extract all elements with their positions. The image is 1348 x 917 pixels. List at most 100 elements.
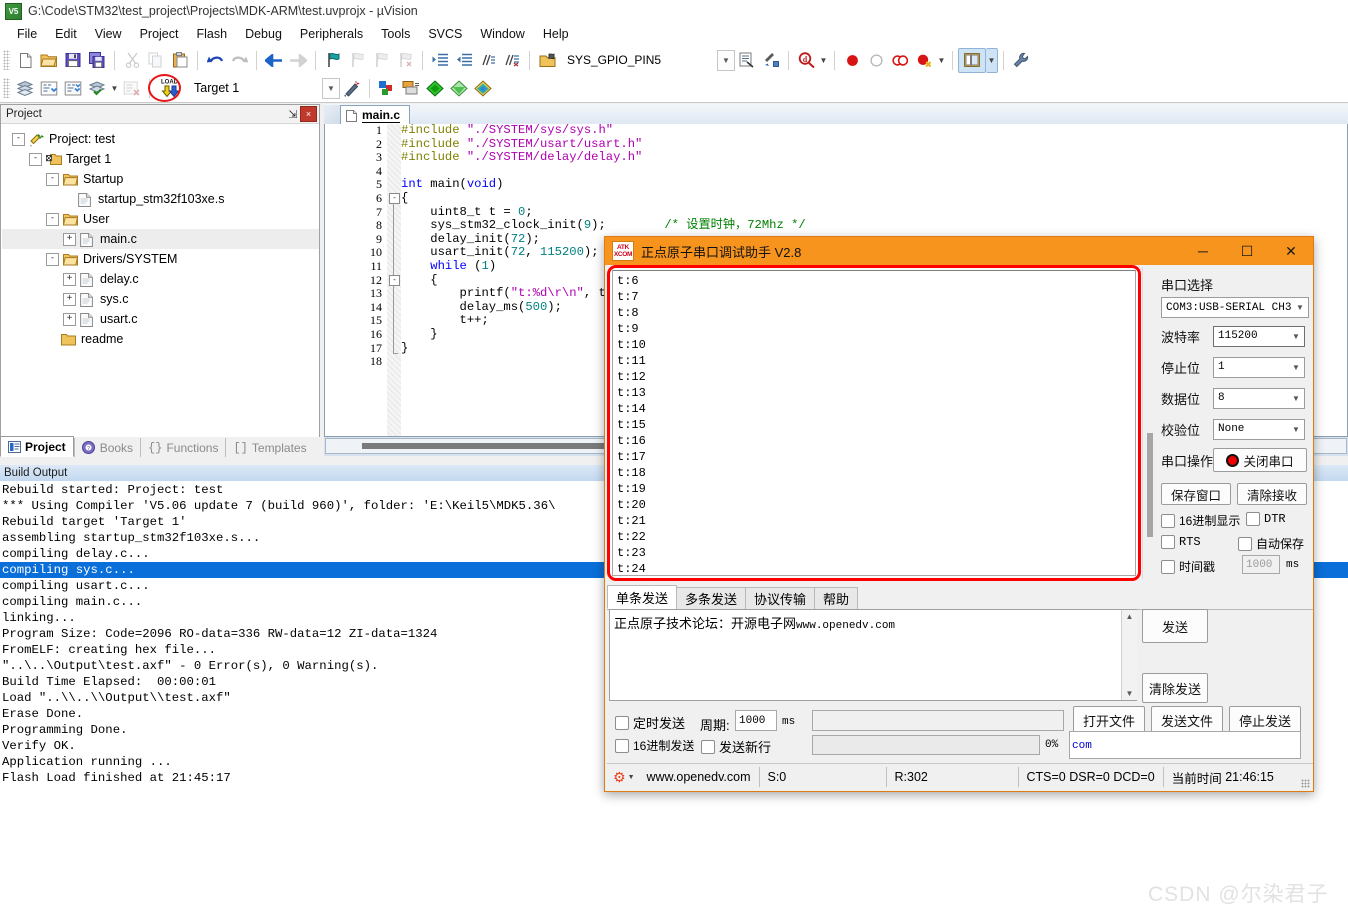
open-file-icon[interactable]: [37, 49, 61, 71]
tree-item[interactable]: + delay.c: [2, 269, 319, 289]
scroll-down-icon[interactable]: ▼: [1126, 687, 1134, 700]
send-area-scrollbar[interactable]: ▲ ▼: [1121, 610, 1137, 700]
send-button[interactable]: 发送: [1142, 609, 1208, 643]
status-site[interactable]: www.openedv.com: [639, 767, 760, 787]
scrollbar-thumb[interactable]: [1147, 433, 1153, 537]
bookmark-folder-icon[interactable]: [535, 49, 559, 71]
save-icon[interactable]: [61, 49, 85, 71]
new-file-icon[interactable]: [13, 49, 37, 71]
menu-item-svcs[interactable]: SVCS: [419, 24, 471, 44]
chevron-down-icon[interactable]: ▼: [1288, 425, 1304, 434]
expand-icon[interactable]: +: [63, 292, 76, 306]
tree-item[interactable]: - Target 1: [2, 149, 319, 169]
indent-icon[interactable]: [428, 49, 452, 71]
checkbox-box[interactable]: [615, 715, 629, 730]
menu-item-debug[interactable]: Debug: [236, 24, 291, 44]
rts-checkbox[interactable]: RTS: [1161, 535, 1201, 549]
menu-item-file[interactable]: File: [8, 24, 46, 44]
copy-icon[interactable]: [144, 49, 168, 71]
close-port-button[interactable]: 关闭串口: [1213, 448, 1307, 472]
gpio-combo-arrow[interactable]: ▼: [717, 49, 735, 71]
collapse-icon[interactable]: -: [46, 252, 59, 266]
stop-build-icon[interactable]: [120, 77, 144, 99]
baud-rate-combo[interactable]: 115200 ▼: [1213, 325, 1305, 347]
target-options-icon[interactable]: [375, 77, 399, 99]
send-tab-2[interactable]: 协议传输: [745, 587, 816, 609]
editor-tab-main-c[interactable]: main.c: [340, 105, 411, 125]
gpio-combo[interactable]: SYS_GPIO_PIN5 ▼: [559, 49, 735, 71]
scroll-up-icon[interactable]: ▲: [1126, 610, 1134, 623]
parity-combo[interactable]: None ▼: [1213, 418, 1305, 440]
comment-icon[interactable]: [476, 49, 500, 71]
navigate-forward-icon[interactable]: [286, 49, 310, 71]
menu-item-flash[interactable]: Flash: [187, 24, 236, 44]
batch-build-icon[interactable]: [85, 77, 109, 99]
data-bits-combo[interactable]: 8 ▼: [1213, 387, 1305, 409]
manage-run-time-env-icon[interactable]: [340, 77, 364, 99]
send-text-area[interactable]: 正点原子技术论坛：开源电子网www.openedv.com: [609, 609, 1137, 701]
checkbox-box[interactable]: [1161, 535, 1175, 549]
port-select-combo[interactable]: COM3:USB-SERIAL CH340 ▼: [1161, 297, 1309, 318]
hex-display-checkbox[interactable]: 16进制显示: [1161, 512, 1240, 529]
disable-breakpoint-icon[interactable]: [864, 49, 888, 71]
debug-search-dropdown-arrow[interactable]: ▼: [818, 49, 829, 71]
target-combo-arrow[interactable]: ▼: [322, 77, 340, 99]
chevron-down-icon[interactable]: ▼: [1288, 332, 1304, 341]
batch-build-dropdown-arrow[interactable]: ▼: [109, 77, 120, 99]
options-wrench-icon[interactable]: [1009, 49, 1033, 71]
send-tab-1[interactable]: 多条发送: [676, 587, 747, 609]
expand-icon[interactable]: +: [63, 272, 76, 286]
menu-item-edit[interactable]: Edit: [46, 24, 86, 44]
expand-icon[interactable]: +: [63, 232, 76, 246]
navigate-back-icon[interactable]: [262, 49, 286, 71]
window-layout-dropdown-arrow[interactable]: ▼: [986, 47, 998, 73]
chevron-down-icon[interactable]: ▼: [1288, 394, 1304, 403]
fold-marker[interactable]: -: [389, 275, 400, 286]
period-input[interactable]: 1000: [735, 710, 777, 731]
maximize-icon[interactable]: ☐: [1225, 237, 1269, 265]
light-green-diamond-icon[interactable]: [447, 77, 471, 99]
file-path-field[interactable]: com: [1069, 731, 1301, 759]
pin-icon[interactable]: ⇲: [286, 108, 300, 121]
newline-send-checkbox[interactable]: 发送新行: [701, 737, 771, 756]
clear-receive-button[interactable]: 清除接收: [1237, 483, 1307, 505]
target-combo[interactable]: Target 1 ▼: [187, 77, 340, 99]
green-diamond-icon[interactable]: [423, 77, 447, 99]
redo-icon[interactable]: [227, 49, 251, 71]
menu-item-window[interactable]: Window: [471, 24, 533, 44]
dtr-checkbox[interactable]: DTR: [1246, 512, 1286, 526]
gear-dropdown-arrow[interactable]: ▼: [628, 774, 635, 781]
minimize-icon[interactable]: ─: [1181, 237, 1225, 265]
close-icon[interactable]: ×: [300, 106, 317, 122]
send-tab-3[interactable]: 帮助: [814, 587, 859, 609]
checkbox-box[interactable]: [1246, 512, 1260, 526]
tree-item[interactable]: - Project: test: [2, 129, 319, 149]
fold-column[interactable]: - -: [387, 124, 401, 436]
clear-send-button[interactable]: 清除发送: [1142, 673, 1208, 703]
menu-item-peripherals[interactable]: Peripherals: [291, 24, 372, 44]
collapse-icon[interactable]: -: [46, 212, 59, 226]
tree-item[interactable]: readme: [2, 329, 319, 349]
insert-bookmark-icon[interactable]: [321, 49, 345, 71]
checkbox-box[interactable]: [1238, 536, 1252, 551]
stop-bits-combo[interactable]: 1 ▼: [1213, 356, 1305, 378]
collapse-icon[interactable]: -: [29, 152, 42, 166]
tree-item[interactable]: + main.c: [2, 229, 319, 249]
checkbox-box[interactable]: [615, 738, 629, 753]
collapse-icon[interactable]: -: [12, 132, 25, 146]
clear-bookmarks-icon[interactable]: [393, 49, 417, 71]
close-icon[interactable]: ✕: [1269, 237, 1313, 265]
build-icon[interactable]: [37, 77, 61, 99]
project-tree[interactable]: - Project: test - Target 1- Startup startup_s…: [2, 124, 319, 439]
hex-send-checkbox[interactable]: 16进制发送: [615, 737, 694, 754]
timestamp-interval-input[interactable]: 1000: [1242, 555, 1280, 574]
project-pane-tab-books[interactable]: ? Books: [73, 438, 140, 457]
kill-all-breakpoints-icon[interactable]: [888, 49, 912, 71]
tree-item[interactable]: startup_stm32f103xe.s: [2, 189, 319, 209]
cut-icon[interactable]: [120, 49, 144, 71]
receive-vertical-scrollbar[interactable]: [1142, 267, 1157, 579]
timed-send-checkbox[interactable]: 定时发送: [615, 713, 685, 732]
chevron-down-icon[interactable]: ▼: [1288, 363, 1304, 372]
tree-item[interactable]: + sys.c: [2, 289, 319, 309]
menu-item-view[interactable]: View: [86, 24, 131, 44]
